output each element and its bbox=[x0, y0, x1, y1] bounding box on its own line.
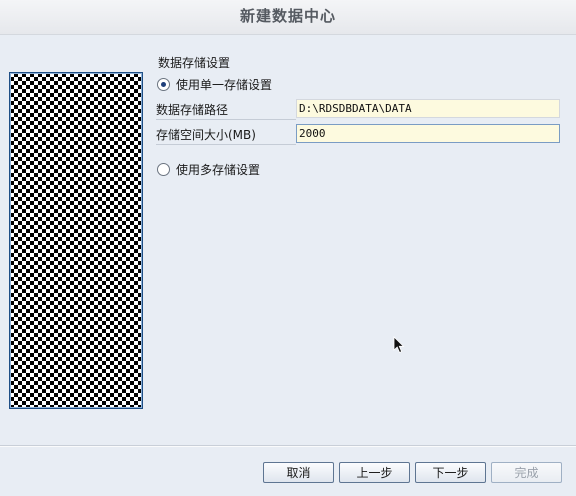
path-label: 数据存储路径 bbox=[156, 101, 296, 120]
window-title: 新建数据中心 bbox=[0, 0, 576, 35]
single-storage-radio[interactable] bbox=[157, 78, 170, 91]
multi-storage-label: 使用多存储设置 bbox=[176, 163, 261, 177]
size-input[interactable] bbox=[296, 124, 560, 143]
finish-button[interactable]: 完成 bbox=[491, 462, 562, 483]
single-storage-label: 使用单一存储设置 bbox=[176, 78, 273, 92]
section-title: 数据存储设置 bbox=[158, 56, 231, 70]
single-storage-option[interactable]: 使用单一存储设置 bbox=[157, 76, 272, 93]
path-input[interactable] bbox=[296, 99, 560, 118]
size-label: 存储空间大小(MB) bbox=[156, 126, 296, 145]
footer-separator bbox=[0, 445, 576, 447]
prev-button[interactable]: 上一步 bbox=[339, 462, 410, 483]
next-button[interactable]: 下一步 bbox=[415, 462, 486, 483]
mouse-cursor-icon bbox=[393, 336, 405, 354]
wizard-banner-image bbox=[9, 72, 143, 409]
cancel-button[interactable]: 取消 bbox=[263, 462, 334, 483]
multi-storage-option[interactable]: 使用多存储设置 bbox=[157, 161, 260, 178]
multi-storage-radio[interactable] bbox=[157, 163, 170, 176]
